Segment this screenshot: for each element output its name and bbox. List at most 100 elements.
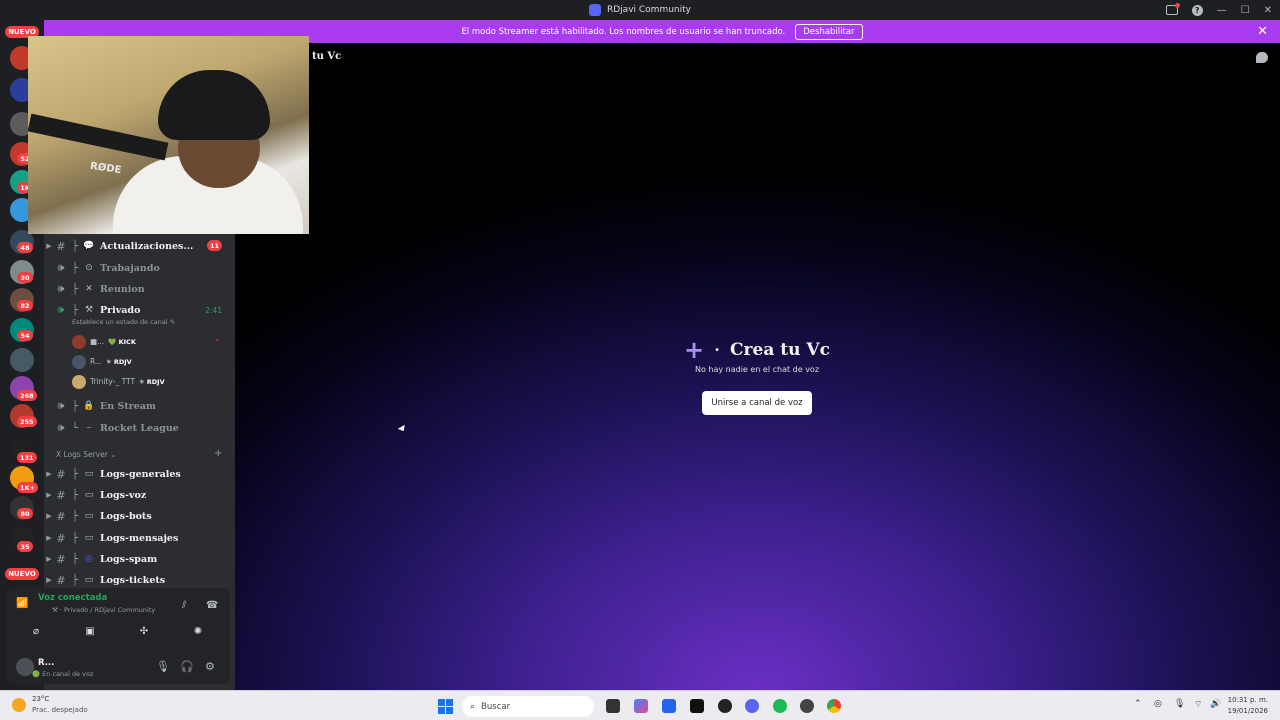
- screen-share-button[interactable]: ▣: [70, 622, 110, 640]
- noise-suppression-icon[interactable]: ⫽: [182, 600, 186, 611]
- webcam-mic-arm: [28, 113, 169, 161]
- add-channel-icon[interactable]: +: [214, 448, 222, 459]
- chrome-icon[interactable]: [827, 699, 841, 713]
- close-icon[interactable]: ✕: [1257, 24, 1268, 39]
- signal-icon[interactable]: 📶: [16, 598, 28, 609]
- channel-row[interactable]: ▶ # ├ ◎ Logs-spam: [44, 549, 234, 569]
- store-icon[interactable]: [662, 699, 676, 713]
- app-icon[interactable]: [718, 699, 732, 713]
- channel-row[interactable]: ▶ # ├ ▭ Logs-voz: [44, 485, 234, 505]
- voice-user[interactable]: R... ✳ RDJV: [72, 353, 132, 370]
- user-tag: 💚 KICK: [108, 337, 136, 346]
- channel-emoji: ⊙: [85, 263, 93, 273]
- chat-bubble-icon[interactable]: [1256, 52, 1268, 63]
- channel-row[interactable]: ▶ # ├ ▭ Logs-mensajes: [44, 528, 234, 548]
- category-header[interactable]: X Logs Server ⌄: [56, 450, 116, 459]
- channel-row[interactable]: 🕪 ├ ✕ Reunion: [44, 279, 234, 299]
- weather-icon[interactable]: [12, 698, 26, 712]
- channel-row[interactable]: 🕪 ├ 🔒 En Stream: [44, 396, 234, 416]
- tree-branch-icon: ├: [71, 304, 79, 316]
- avatar: [72, 354, 86, 369]
- tree-branch-icon: ├: [71, 510, 79, 522]
- window-title: RDjavi Community: [607, 5, 691, 15]
- server-icon[interactable]: [10, 348, 34, 372]
- headphones-icon[interactable]: 🎧: [180, 660, 194, 673]
- channel-name: Rocket League: [100, 422, 179, 434]
- channel-row[interactable]: ▶ # ├ 💬 Actualizaciones... 11: [44, 236, 234, 256]
- text-channel-icon: #: [56, 239, 66, 253]
- voice-status[interactable]: Voz conectada: [38, 593, 107, 603]
- user-name: Trinity-_ TTT: [90, 377, 136, 386]
- task-view-icon[interactable]: [606, 699, 620, 713]
- window-titlebar: RDjavi Community ? — ☐ ✕: [0, 0, 1280, 20]
- voice-channel-name: Crea tu Vc: [730, 340, 830, 360]
- gear-icon[interactable]: ⚙: [205, 660, 215, 673]
- user-status: 🟢 En canal de voz: [32, 670, 94, 678]
- minimize-button[interactable]: —: [1217, 5, 1227, 16]
- tray-app-icon[interactable]: ◎: [1154, 699, 1162, 709]
- tree-branch-icon: └: [71, 422, 79, 434]
- speaker-icon: 🕪: [57, 282, 65, 295]
- taskbar-search[interactable]: ⌕ Buscar: [462, 696, 594, 717]
- camera-off-button[interactable]: ⌀: [16, 622, 56, 640]
- voice-location[interactable]: ⚒ · Privado / RDjavi Community: [52, 606, 155, 614]
- clock-date: 19/01/2026: [1227, 707, 1268, 715]
- channel-row[interactable]: 🕪 ├ ⊙ Trabajando: [44, 258, 234, 278]
- help-icon[interactable]: ?: [1191, 4, 1203, 16]
- copilot-icon[interactable]: [634, 699, 648, 713]
- voice-user[interactable]: ■... 💚 KICK: [72, 333, 136, 350]
- disconnect-icon[interactable]: ☎: [206, 600, 218, 611]
- weather-temp[interactable]: 23°C: [32, 695, 49, 703]
- voice-user[interactable]: Trinity-_ TTT ✳ RDJV: [72, 373, 165, 390]
- banner-message: El modo Streamer está habilitado. Los no…: [461, 26, 786, 37]
- maximize-button[interactable]: ☐: [1241, 5, 1250, 16]
- channel-row[interactable]: 🕪 └ ⎯ Rocket League: [44, 418, 234, 438]
- channel-name: Logs-mensajes: [100, 532, 179, 544]
- inbox-icon[interactable]: [1165, 3, 1180, 15]
- weather-condition[interactable]: Prac. despejado: [32, 706, 88, 714]
- speaker-icon: 🕪: [57, 399, 65, 412]
- channel-name: Logs-tickets: [100, 574, 166, 586]
- tree-branch-icon: ├: [71, 400, 79, 412]
- disable-streamer-button[interactable]: Deshabilitar: [795, 23, 863, 40]
- server-badge: 80: [17, 508, 33, 519]
- tray-mic-icon[interactable]: 🎙: [1174, 699, 1185, 709]
- channel-row-active[interactable]: 🕪 ├ ⚒ Privado 2:41: [44, 300, 234, 320]
- wifi-icon[interactable]: ⌔: [1194, 699, 1202, 710]
- channel-row[interactable]: ▶ # ├ ▭ Logs-tickets: [44, 570, 234, 590]
- chevron-right-icon: ▶: [46, 534, 52, 542]
- channel-row[interactable]: ▶ # ├ ▭ Logs-bots: [44, 506, 234, 526]
- channel-emoji: ▭: [84, 533, 94, 543]
- tree-branch-icon: ├: [71, 468, 79, 480]
- tree-branch-icon: ├: [71, 489, 79, 501]
- webcam-figure-cap: [158, 70, 270, 140]
- server-badge: 268: [17, 390, 37, 401]
- soundboard-button[interactable]: ✺: [178, 622, 218, 640]
- tree-branch-icon: ├: [71, 240, 79, 252]
- app-icon[interactable]: [800, 699, 814, 713]
- plus-icon: +: [684, 336, 705, 364]
- discord-taskbar-icon[interactable]: [745, 699, 759, 713]
- volume-icon[interactable]: 🔊: [1210, 699, 1221, 709]
- chevron-up-icon[interactable]: ⌃: [1134, 699, 1142, 709]
- terminal-icon[interactable]: [690, 699, 704, 713]
- spotify-icon[interactable]: [773, 699, 787, 713]
- close-window-button[interactable]: ✕: [1264, 5, 1272, 16]
- join-voice-button[interactable]: Unirse a canal de voz: [702, 391, 812, 415]
- avatar: [72, 334, 86, 349]
- chevron-right-icon: ▶: [46, 491, 52, 499]
- channel-row[interactable]: ▶ # ├ ▭ Logs-generales: [44, 464, 234, 484]
- channel-name: Logs-voz: [100, 489, 147, 501]
- channel-name: Actualizaciones...: [100, 240, 194, 252]
- channel-emoji: ▭: [84, 490, 94, 500]
- text-channel-icon: #: [56, 573, 66, 587]
- channel-emoji: ▭: [84, 469, 94, 479]
- activities-button[interactable]: ✣: [124, 622, 164, 640]
- chevron-down-icon[interactable]: ⌄: [214, 334, 221, 343]
- microphone-icon[interactable]: 🎙: [156, 660, 170, 673]
- start-button[interactable]: [438, 699, 453, 714]
- server-badge: 54: [17, 330, 33, 341]
- new-servers-pill[interactable]: NUEVO: [5, 568, 39, 580]
- set-channel-status[interactable]: Establece un estado de canal ✎: [72, 318, 175, 326]
- system-clock[interactable]: 10:31 p. m. 19/01/2026: [1228, 695, 1268, 717]
